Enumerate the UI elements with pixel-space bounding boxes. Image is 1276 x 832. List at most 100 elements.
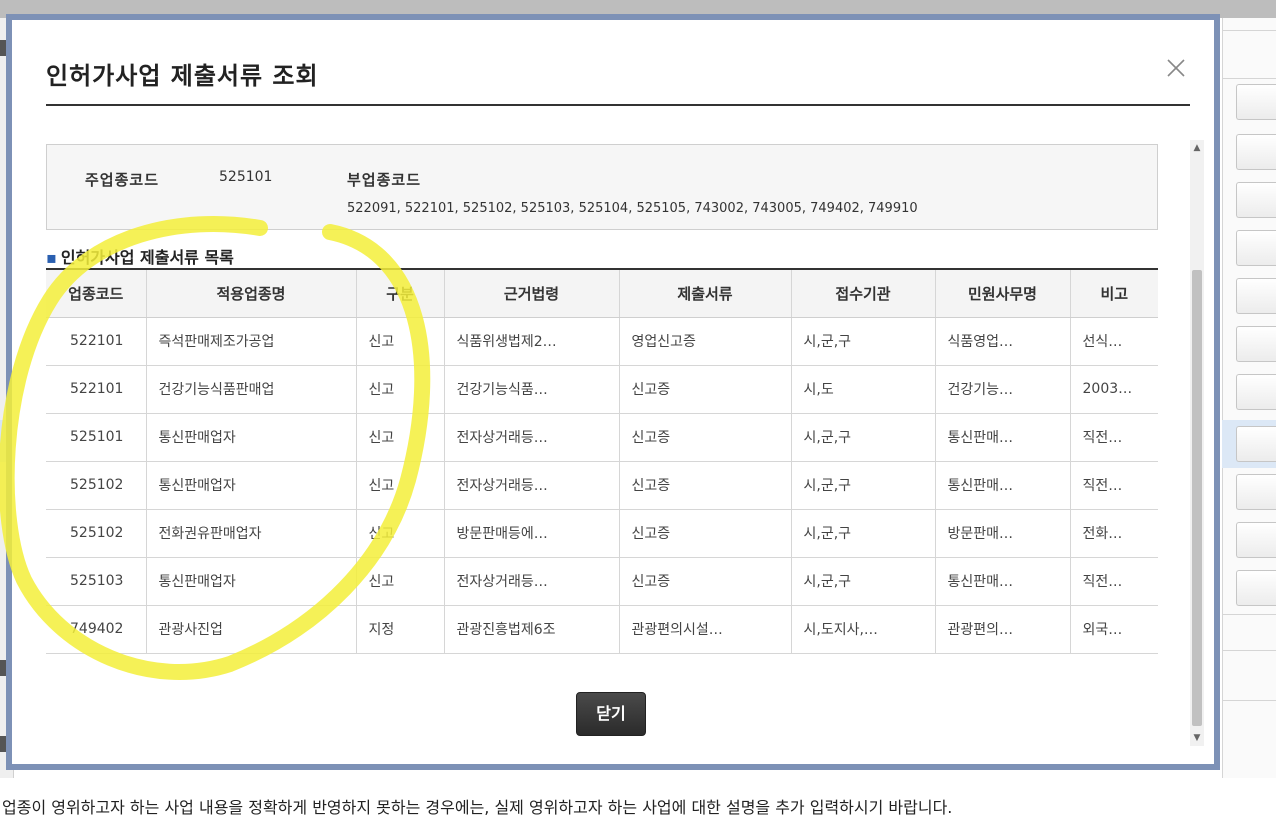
column-header[interactable]: 제출서류 — [618, 268, 791, 318]
table-cell: 시,군,구 — [790, 413, 935, 462]
background-row-button[interactable] — [1236, 326, 1276, 362]
table-cell: 749402 — [46, 605, 146, 654]
column-header[interactable]: 구분 — [355, 268, 444, 318]
column-header[interactable]: 적용업종명 — [145, 268, 356, 318]
table-cell[interactable]: 전자상거래등… — [443, 557, 619, 606]
table-cell[interactable]: 영업신고증 — [618, 317, 791, 366]
close-button[interactable]: 닫기 — [576, 692, 646, 736]
table-cell[interactable]: 전자상거래등… — [443, 461, 619, 510]
table-row[interactable]: 525101 통신판매업자 신고 전자상거래등… 신고증 시,군,구 통신판매…… — [46, 413, 1158, 462]
table-cell[interactable]: 전자상거래등… — [443, 413, 619, 462]
table-cell: 신고 — [355, 461, 444, 510]
table-cell[interactable]: 건강기능… — [934, 365, 1070, 414]
table-cell: 시,군,구 — [790, 317, 935, 366]
background-row-button[interactable] — [1236, 522, 1276, 558]
table-cell[interactable]: 외국… — [1069, 605, 1158, 654]
table-cell[interactable]: 신고증 — [618, 509, 791, 558]
table-cell: 522101 — [46, 317, 146, 366]
table-row[interactable]: 522101 즉석판매제조가공업 신고 식품위생법제2… 영업신고증 시,군,구… — [46, 317, 1158, 366]
table-cell[interactable]: 방문판매등에… — [443, 509, 619, 558]
table-row[interactable]: 525102 전화권유판매업자 신고 방문판매등에… 신고증 시,군,구 방문판… — [46, 509, 1158, 558]
dialog-scroll-area[interactable]: 주업종코드 525101 부업종코드 522091, 522101, 52510… — [46, 140, 1204, 746]
table-cell: 신고 — [355, 557, 444, 606]
table-cell: 시,도 — [790, 365, 935, 414]
table-row[interactable]: 525103 통신판매업자 신고 전자상거래등… 신고증 시,군,구 통신판매…… — [46, 557, 1158, 606]
column-header[interactable]: 민원사무명 — [934, 268, 1070, 318]
vertical-scrollbar[interactable]: ▲ ▼ — [1190, 140, 1204, 746]
table-header-row: 업종코드 적용업종명 구분 근거법령 제출서류 접수기관 민원사무명 비고 — [46, 268, 1158, 318]
sub-code-value: 522091, 522101, 525102, 525103, 525104, … — [347, 201, 918, 216]
table-cell: 525102 — [46, 461, 146, 510]
table-cell[interactable]: 방문판매… — [934, 509, 1070, 558]
close-icon[interactable] — [1162, 54, 1190, 82]
table-cell[interactable]: 직전… — [1069, 461, 1158, 510]
table-cell[interactable]: 전화… — [1069, 509, 1158, 558]
background-row-button[interactable] — [1236, 182, 1276, 218]
table-cell[interactable]: 직전… — [1069, 413, 1158, 462]
table-cell: 525102 — [46, 509, 146, 558]
table-cell[interactable]: 신고증 — [618, 413, 791, 462]
background-row-button[interactable] — [1236, 278, 1276, 314]
column-header[interactable]: 접수기관 — [790, 268, 935, 318]
table-cell[interactable]: 신고증 — [618, 365, 791, 414]
main-code-label: 주업종코드 — [85, 171, 160, 189]
background-row-button[interactable] — [1236, 426, 1276, 462]
title-divider — [46, 104, 1190, 106]
table-cell: 시,도지사,… — [790, 605, 935, 654]
table-row[interactable]: 522101 건강기능식품판매업 신고 건강기능식품… 신고증 시,도 건강기능… — [46, 365, 1158, 414]
table-cell[interactable]: 신고증 — [618, 557, 791, 606]
table-cell: 신고 — [355, 509, 444, 558]
table-cell[interactable]: 통신판매… — [934, 557, 1070, 606]
background-row-button[interactable] — [1236, 84, 1276, 120]
background-divider — [1222, 30, 1276, 31]
background-row-button[interactable] — [1236, 570, 1276, 606]
main-code-value: 525101 — [219, 169, 273, 185]
background-row-button[interactable] — [1236, 134, 1276, 170]
background-divider — [1222, 700, 1276, 701]
table-cell[interactable]: 직전… — [1069, 557, 1158, 606]
background-divider — [1222, 650, 1276, 651]
table-cell[interactable]: 건강기능식품… — [443, 365, 619, 414]
column-header[interactable]: 비고 — [1069, 268, 1158, 318]
scroll-up-arrow-icon[interactable]: ▲ — [1190, 140, 1204, 156]
table-cell: 525101 — [46, 413, 146, 462]
documents-table: 업종코드 적용업종명 구분 근거법령 제출서류 접수기관 민원사무명 비고 52 — [46, 268, 1158, 654]
table-cell: 전화권유판매업자 — [145, 509, 356, 558]
table-cell[interactable]: 통신판매… — [934, 461, 1070, 510]
table-cell: 신고 — [355, 317, 444, 366]
table-cell[interactable]: 선식… — [1069, 317, 1158, 366]
table-cell[interactable]: 2003… — [1069, 365, 1158, 414]
dialog-title: 인허가사업 제출서류 조회 — [46, 62, 319, 90]
table-cell: 시,군,구 — [790, 509, 935, 558]
table-row[interactable]: 525102 통신판매업자 신고 전자상거래등… 신고증 시,군,구 통신판매…… — [46, 461, 1158, 510]
section-title-text: 인허가사업 제출서류 목록 — [60, 248, 234, 267]
column-header[interactable]: 근거법령 — [443, 268, 619, 318]
table-cell: 통신판매업자 — [145, 461, 356, 510]
scroll-down-arrow-icon[interactable]: ▼ — [1190, 730, 1204, 746]
dialog-frame: 인허가사업 제출서류 조회 주업종코드 525101 부업종코드 522091,… — [6, 14, 1220, 770]
column-header[interactable]: 업종코드 — [46, 268, 146, 318]
table-cell[interactable]: 신고증 — [618, 461, 791, 510]
table-cell[interactable]: 식품위생법제2… — [443, 317, 619, 366]
table-cell: 관광사진업 — [145, 605, 356, 654]
section-title: ▪ 인허가사업 제출서류 목록 — [46, 244, 234, 268]
table-cell: 522101 — [46, 365, 146, 414]
table-cell[interactable]: 식품영업… — [934, 317, 1070, 366]
background-row-button[interactable] — [1236, 374, 1276, 410]
table-cell: 시,군,구 — [790, 461, 935, 510]
table-cell: 지정 — [355, 605, 444, 654]
table-cell[interactable]: 관광편의… — [934, 605, 1070, 654]
industry-code-info: 주업종코드 525101 부업종코드 522091, 522101, 52510… — [46, 144, 1158, 230]
table-row[interactable]: 749402 관광사진업 지정 관광진흥법제6조 관광편의시설… 시,도지사,…… — [46, 605, 1158, 654]
table-cell: 신고 — [355, 413, 444, 462]
background-row-button[interactable] — [1236, 474, 1276, 510]
background-divider — [1222, 614, 1276, 615]
bullet-icon: ▪ — [46, 248, 57, 267]
table-cell: 525103 — [46, 557, 146, 606]
table-cell[interactable]: 관광편의시설… — [618, 605, 791, 654]
table-cell[interactable]: 관광진흥법제6조 — [443, 605, 619, 654]
background-row-button[interactable] — [1236, 230, 1276, 266]
scrollbar-thumb[interactable] — [1192, 270, 1202, 726]
sub-code-label: 부업종코드 — [347, 171, 422, 189]
table-cell[interactable]: 통신판매… — [934, 413, 1070, 462]
